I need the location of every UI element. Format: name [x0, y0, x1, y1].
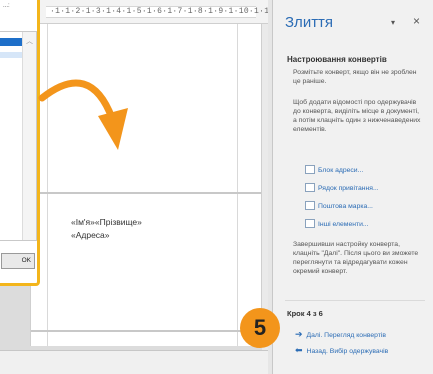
finish-instructions-text: Завершивши настройку конверта, клацніть …	[293, 241, 419, 275]
more-items-link[interactable]: Інші елементи...	[305, 219, 369, 228]
address-block-link[interactable]: Блок адреси...	[305, 165, 363, 174]
pane-options-icon[interactable]: ▾	[391, 18, 395, 27]
curved-arrow-icon	[38, 79, 128, 150]
divider	[285, 300, 425, 301]
address-block-icon	[305, 165, 315, 174]
close-icon[interactable]: ×	[413, 14, 420, 28]
mail-merge-pane: Злиття ▾ × Настроювання конвертів Розміт…	[272, 0, 433, 374]
greeting-line-icon	[305, 183, 315, 192]
more-items-icon	[305, 219, 315, 228]
link-label[interactable]: Рядок привітання...	[318, 185, 379, 192]
previous-step-label[interactable]: Назад. Вибір одержувачів	[307, 348, 389, 355]
pane-title: Злиття	[285, 14, 334, 31]
arrow-right-icon: ➔	[295, 329, 303, 339]
page-break	[31, 192, 261, 194]
horizontal-scrollbar[interactable]	[0, 350, 268, 374]
next-step-label[interactable]: Далі. Перегляд конвертів	[307, 332, 386, 339]
postage-link[interactable]: Поштова марка...	[305, 201, 373, 210]
dialog-ok-button[interactable]: OK	[1, 253, 35, 269]
link-label[interactable]: Інші елементи...	[318, 221, 369, 228]
name-merge-fields[interactable]: «Ім'я»«Прізвище»	[71, 217, 142, 227]
instructions-text: Щоб додати відомості про одержувачів до …	[293, 99, 421, 133]
previous-step-link[interactable]: ⬅ Назад. Вибір одержувачів	[295, 345, 388, 356]
next-step-link[interactable]: ➔ Далі. Перегляд конвертів	[295, 329, 386, 340]
page-break	[31, 330, 261, 332]
address-merge-field[interactable]: «Адреса»	[71, 230, 110, 240]
postage-icon	[305, 201, 315, 210]
section-heading: Настроювання конвертів	[287, 55, 387, 64]
instructions-text: Розмітьте конверт, якщо він не зроблен ц…	[293, 69, 417, 85]
margin-guide	[237, 24, 238, 346]
link-label[interactable]: Поштова марка...	[318, 203, 373, 210]
arrow-left-icon: ⬅	[295, 345, 303, 355]
step-number-badge: 5	[240, 308, 280, 348]
step-indicator: Крок 4 з 6	[287, 309, 323, 318]
vertical-scrollbar[interactable]	[262, 24, 268, 350]
greeting-line-link[interactable]: Рядок привітання...	[305, 183, 379, 192]
link-label[interactable]: Блок адреси...	[318, 167, 363, 174]
